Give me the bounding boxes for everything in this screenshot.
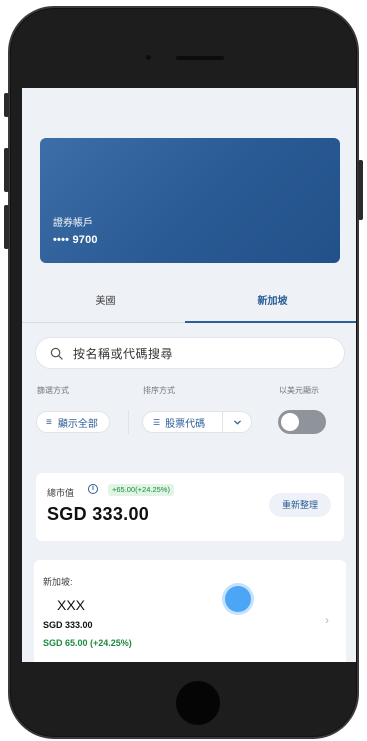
portfolio-summary-card: 總市值 i +65.00(+24.25%) SGD 333.00 重新整理 [36, 473, 344, 541]
speaker-grille [176, 56, 224, 60]
refresh-button[interactable]: 重新整理 [269, 493, 331, 517]
filter-label: 篩選方式 [37, 386, 69, 395]
touch-indicator [225, 586, 251, 612]
filter-value: 顯示全部 [57, 418, 98, 430]
filter-button[interactable]: ≡ 顯示全部 [36, 411, 110, 433]
holding-profit-loss: SGD 65.00 (+24.25%) [43, 638, 132, 648]
market-tabs: 美國 新加坡 [22, 284, 356, 324]
total-market-value: SGD 333.00 [47, 504, 150, 524]
home-button[interactable] [176, 681, 220, 725]
account-card[interactable]: 證券帳戶 •••• 9700 [40, 138, 340, 263]
holding-value: SGD 333.00 [43, 620, 93, 630]
filter-icon: ≡ [46, 416, 52, 428]
volume-up-button [4, 148, 9, 192]
sort-dropdown-button[interactable] [222, 411, 252, 433]
market-value-label: 總市值 [47, 488, 75, 498]
tab-us[interactable]: 美國 [22, 284, 189, 322]
toggle-knob [281, 413, 299, 431]
tab-singapore[interactable]: 新加坡 [189, 284, 356, 322]
camera-dot [146, 55, 151, 60]
power-button [358, 160, 363, 220]
search-placeholder: 按名稱或代碼搜尋 [73, 346, 174, 361]
sort-value: 股票代碼 [165, 418, 206, 430]
info-icon[interactable]: i [88, 484, 98, 494]
sort-label: 排序方式 [143, 386, 175, 395]
usd-display-toggle[interactable] [278, 410, 326, 434]
sort-button[interactable]: ☰ 股票代碼 [142, 411, 222, 433]
search-icon [50, 347, 63, 360]
account-number: •••• 9700 [53, 234, 98, 246]
sort-icon: ☰ [153, 417, 161, 427]
volume-down-button [4, 205, 9, 249]
holding-row[interactable]: 新加坡: XXX SGD 333.00 SGD 65.00 (+24.25%) … [34, 560, 346, 662]
holding-region: 新加坡: [43, 577, 73, 587]
active-tab-indicator [185, 321, 356, 323]
account-label: 證券帳戶 [53, 218, 93, 229]
chevron-right-icon: › [325, 613, 329, 627]
usd-display-label: 以美元顯示 [279, 386, 319, 395]
chevron-down-icon [233, 420, 241, 424]
change-badge: +65.00(+24.25%) [108, 484, 174, 496]
app-screen: 證券帳戶 •••• 9700 美國 新加坡 按名稱或代碼搜尋 篩選方式 排序方式… [22, 88, 356, 662]
mute-switch [4, 93, 9, 117]
holding-name: XXX [57, 597, 86, 613]
search-input[interactable]: 按名稱或代碼搜尋 [35, 337, 345, 369]
control-divider [128, 410, 129, 434]
